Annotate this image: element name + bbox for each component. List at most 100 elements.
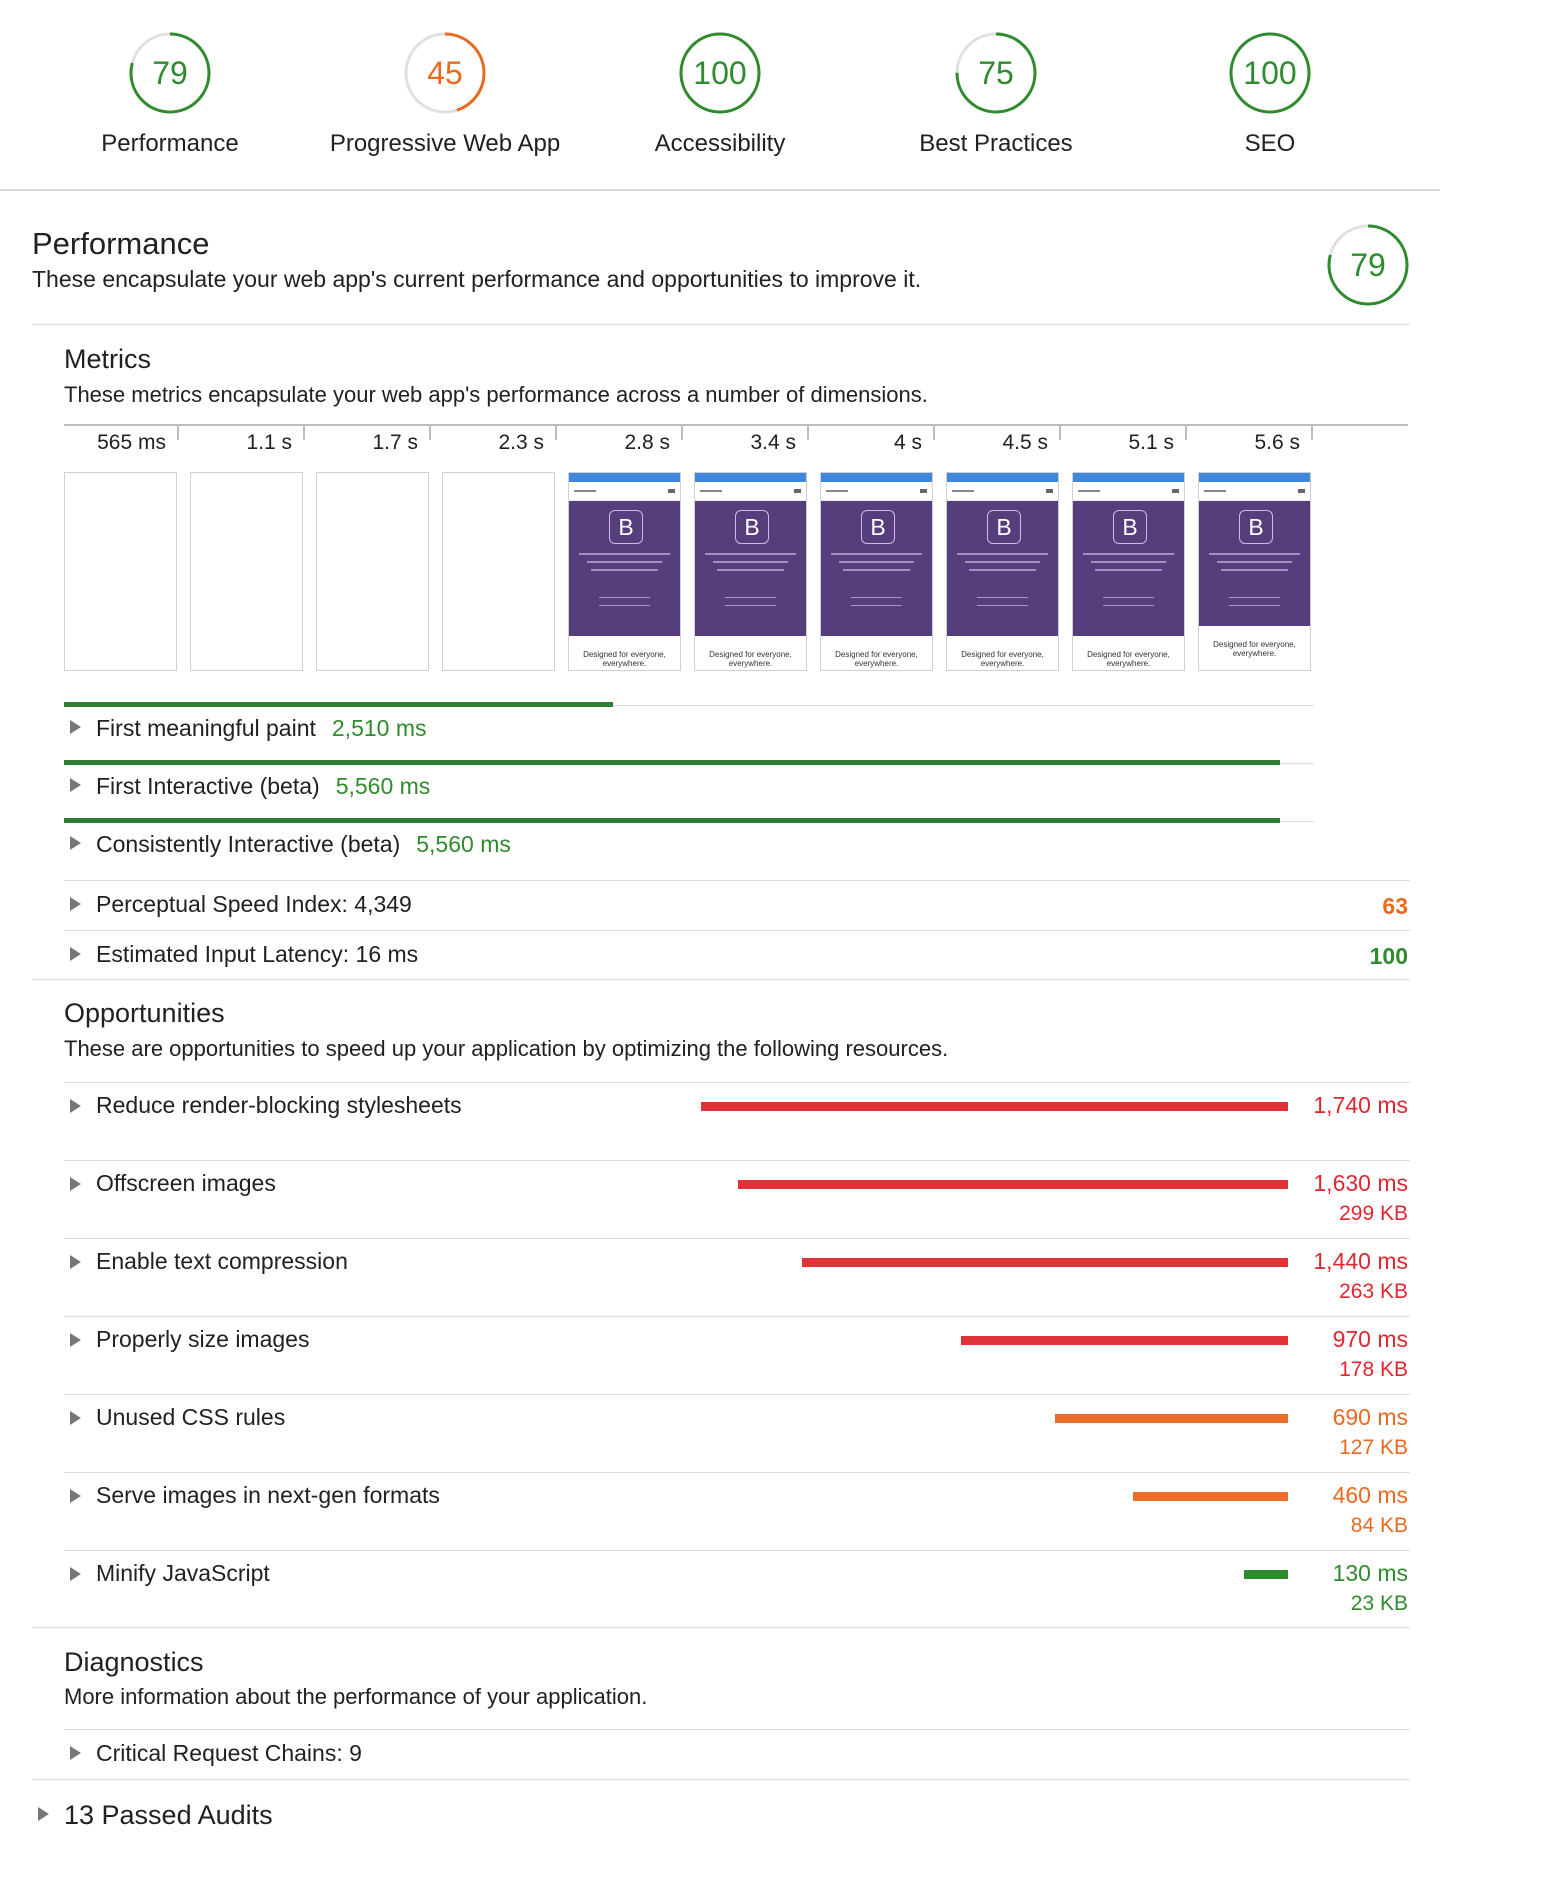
frame-hero: B xyxy=(947,501,1058,636)
metric-row[interactable]: First meaningful paint 2,510 ms xyxy=(96,715,427,742)
metric-value: 5,560 ms xyxy=(416,831,511,857)
timeline-tick xyxy=(1311,426,1313,440)
opportunity-savings-bar xyxy=(1133,1492,1288,1501)
timeline-tick xyxy=(681,426,683,440)
frame-text-line xyxy=(831,553,922,555)
divider xyxy=(64,1394,1410,1395)
frame-topbar xyxy=(1073,473,1184,482)
opportunity-row[interactable]: Minify JavaScript xyxy=(96,1560,270,1587)
bootstrap-logo-icon: B xyxy=(735,510,769,544)
timeline-label: 5.6 s xyxy=(1254,431,1300,454)
opportunity-time-savings: 1,630 ms xyxy=(1313,1170,1408,1196)
section-title: Performance xyxy=(32,226,210,261)
frame-footer-text: Designed for everyone, everywhere. xyxy=(1213,640,1296,658)
timeline-tick xyxy=(933,426,935,440)
opportunity-time-savings: 1,740 ms xyxy=(1313,1092,1408,1118)
metric-label: First meaningful paint xyxy=(96,715,316,741)
gauge-value: 79 xyxy=(152,55,188,91)
opportunity-time-savings: 460 ms xyxy=(1332,1482,1408,1508)
opportunity-row[interactable]: Serve images in next-gen formats xyxy=(96,1482,440,1509)
divider xyxy=(64,1238,1410,1239)
opportunity-savings-bar xyxy=(701,1102,1288,1111)
divider xyxy=(64,1729,1410,1730)
expand-arrow-icon[interactable] xyxy=(38,1807,49,1821)
frame-footer-text: Designed for everyone, everywhere. xyxy=(1087,650,1170,668)
metric-row[interactable]: First Interactive (beta) 5,560 ms xyxy=(96,773,430,800)
expand-arrow-icon[interactable] xyxy=(70,836,81,850)
frame-download-button xyxy=(977,597,1028,606)
frame-download-button xyxy=(1103,597,1154,606)
category-score-best-practices[interactable]: 75 Best Practices xyxy=(856,30,1136,158)
category-score-seo[interactable]: 100 SEO xyxy=(1130,30,1410,158)
frame-hero: B xyxy=(821,501,932,636)
frame-text-line xyxy=(591,569,658,571)
filmstrip-frame: B Designed for everyone, everywhere. xyxy=(946,472,1059,671)
performance-section-gauge: 79 xyxy=(1325,222,1411,308)
opportunity-row[interactable]: Reduce render-blocking stylesheets xyxy=(96,1092,462,1119)
metric-row[interactable]: Perceptual Speed Index: 4,349 xyxy=(96,891,412,918)
category-score-accessibility[interactable]: 100 Accessibility xyxy=(580,30,860,158)
frame-footer-text: Designed for everyone, everywhere. xyxy=(709,650,792,668)
metric-timeline-bar xyxy=(64,818,1280,823)
frame-download-button xyxy=(851,597,902,606)
expand-arrow-icon[interactable] xyxy=(70,1746,81,1760)
timeline-label: 5.1 s xyxy=(1128,431,1174,454)
category-label: Best Practices xyxy=(919,130,1073,157)
frame-text-line xyxy=(1095,569,1162,571)
timeline-label: 4 s xyxy=(893,431,922,454)
frame-footer-text: Designed for everyone, everywhere. xyxy=(583,650,666,668)
metric-score: 63 xyxy=(1382,893,1408,919)
category-score-progressive-web-app[interactable]: 45 Progressive Web App xyxy=(305,30,585,158)
category-label: Progressive Web App xyxy=(329,130,561,157)
metric-row[interactable]: Estimated Input Latency: 16 ms xyxy=(96,941,418,968)
frame-hero: B xyxy=(1199,501,1310,626)
diagnostic-critical-request-chains[interactable]: Critical Request Chains: 9 xyxy=(96,1740,362,1767)
expand-arrow-icon[interactable] xyxy=(70,897,81,911)
category-score-performance[interactable]: 79 Performance xyxy=(30,30,310,158)
expand-arrow-icon[interactable] xyxy=(70,1333,81,1347)
expand-arrow-icon[interactable] xyxy=(70,720,81,734)
metric-row[interactable]: Consistently Interactive (beta) 5,560 ms xyxy=(96,831,511,858)
bootstrap-logo-icon: B xyxy=(1239,510,1273,544)
timeline-label: 4.5 s xyxy=(1002,431,1048,454)
expand-arrow-icon[interactable] xyxy=(70,947,81,961)
passed-audits-toggle[interactable]: 13 Passed Audits xyxy=(64,1800,273,1831)
timeline-tick xyxy=(177,426,179,440)
expand-arrow-icon[interactable] xyxy=(70,1489,81,1503)
divider xyxy=(32,1627,1410,1628)
timeline-label: 3.4 s xyxy=(750,431,796,454)
expand-arrow-icon[interactable] xyxy=(70,1099,81,1113)
frame-text-line xyxy=(1221,569,1288,571)
score-gauge: 100 xyxy=(1227,30,1313,116)
opportunity-savings-bar xyxy=(961,1336,1288,1345)
timeline-label: 1.1 s xyxy=(246,431,292,454)
expand-arrow-icon[interactable] xyxy=(70,1177,81,1191)
gauge-value: 79 xyxy=(1350,247,1386,283)
opportunity-savings-bar xyxy=(1244,1570,1288,1579)
score-gauge: 100 xyxy=(677,30,763,116)
frame-hero: B xyxy=(695,501,806,636)
opportunity-row[interactable]: Properly size images xyxy=(96,1326,309,1353)
timeline-label: 2.8 s xyxy=(624,431,670,454)
opportunity-row[interactable]: Unused CSS rules xyxy=(96,1404,285,1431)
expand-arrow-icon[interactable] xyxy=(70,778,81,792)
opportunity-row[interactable]: Enable text compression xyxy=(96,1248,348,1275)
filmstrip-frame: B Designed for everyone, everywhere. xyxy=(568,472,681,671)
expand-arrow-icon[interactable] xyxy=(70,1255,81,1269)
frame-hero: B xyxy=(1073,501,1184,636)
frame-navbar xyxy=(569,482,680,501)
gauge-value: 45 xyxy=(427,55,463,91)
bootstrap-logo-icon: B xyxy=(1113,510,1147,544)
metric-timeline-bar xyxy=(64,760,1280,765)
opportunity-row[interactable]: Offscreen images xyxy=(96,1170,276,1197)
timeline-tick xyxy=(555,426,557,440)
frame-text-line xyxy=(705,553,796,555)
opportunity-savings-bar xyxy=(1055,1414,1288,1423)
bootstrap-logo-icon: B xyxy=(861,510,895,544)
metric-value: 2,510 ms xyxy=(331,715,427,741)
frame-text-line xyxy=(843,569,910,571)
divider xyxy=(64,1316,1410,1317)
expand-arrow-icon[interactable] xyxy=(70,1567,81,1581)
filmstrip-frame xyxy=(442,472,555,671)
expand-arrow-icon[interactable] xyxy=(70,1411,81,1425)
